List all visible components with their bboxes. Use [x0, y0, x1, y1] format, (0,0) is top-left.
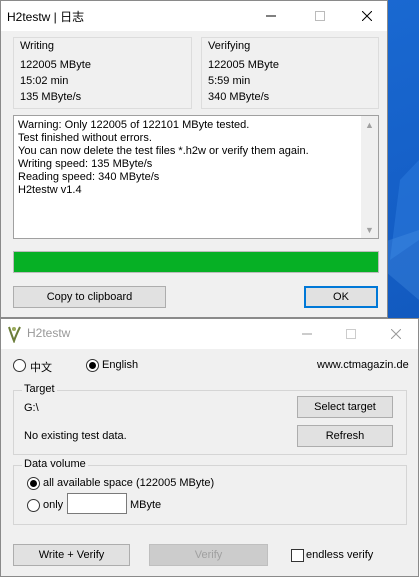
verifying-time: 5:59 min	[208, 75, 251, 87]
writing-label: Writing	[20, 40, 55, 52]
progress-bar	[13, 251, 379, 273]
all-space-label: all available space (122005 MByte)	[43, 477, 215, 489]
data-volume-group: Data volume all available space (122005 …	[13, 458, 407, 525]
target-label: Target	[22, 383, 57, 395]
language-other-radio[interactable]	[13, 359, 26, 372]
main-minimize-button[interactable]	[284, 319, 329, 349]
results-window: H2testw | 日志 Writing 122005 MByte 15:02 …	[0, 0, 388, 318]
verifying-speed: 340 MByte/s	[208, 91, 270, 103]
website-label: www.ctmagazin.de	[317, 359, 409, 371]
writing-speed: 135 MByte/s	[20, 91, 82, 103]
progress-fill	[14, 252, 378, 272]
language-english-radio[interactable]	[86, 359, 99, 372]
log-line: Reading speed: 340 MByte/s	[18, 171, 160, 183]
log-line: Warning: Only 122005 of 122101 MByte tes…	[18, 119, 250, 131]
target-path: G:\	[24, 402, 39, 414]
scroll-up-icon[interactable]: ▲	[361, 116, 378, 133]
minimize-button[interactable]	[248, 1, 293, 31]
main-close-button[interactable]	[373, 319, 418, 349]
log-textarea[interactable]: Warning: Only 122005 of 122101 MByte tes…	[13, 115, 379, 239]
language-other-label: 中文	[30, 362, 52, 374]
target-status: No existing test data.	[24, 430, 127, 442]
only-radio[interactable]	[27, 499, 40, 512]
log-line: Writing speed: 135 MByte/s	[18, 158, 153, 170]
ok-button[interactable]: OK	[304, 286, 378, 308]
results-window-title: H2testw | 日志	[7, 10, 85, 24]
all-space-radio[interactable]	[27, 477, 40, 490]
write-verify-button[interactable]: Write + Verify	[13, 544, 130, 566]
close-button[interactable]	[344, 1, 389, 31]
verifying-group: Verifying 122005 MByte 5:59 min 340 MByt…	[201, 37, 379, 109]
log-line: H2testw v1.4	[18, 184, 82, 196]
minimize-icon	[301, 333, 312, 335]
language-english-label: English	[102, 359, 139, 371]
endless-verify-label: endless verify	[306, 549, 374, 561]
log-line: Test finished without errors.	[18, 132, 152, 144]
only-label: only	[43, 499, 64, 511]
maximize-icon	[345, 329, 356, 339]
select-target-button[interactable]: Select target	[297, 396, 393, 418]
only-mbyte-input[interactable]	[67, 493, 127, 514]
maximize-button[interactable]	[297, 1, 342, 31]
minimize-icon	[265, 15, 276, 17]
verifying-size: 122005 MByte	[208, 59, 279, 71]
writing-size: 122005 MByte	[20, 59, 91, 71]
close-icon	[361, 11, 372, 21]
endless-verify-checkbox[interactable]	[291, 549, 304, 562]
writing-time: 15:02 min	[20, 75, 69, 87]
log-scrollbar[interactable]: ▲ ▼	[361, 116, 378, 238]
verifying-label: Verifying	[208, 40, 251, 52]
scroll-down-icon[interactable]: ▼	[361, 221, 378, 238]
main-window-title: H2testw	[27, 326, 71, 340]
results-titlebar: H2testw | 日志	[1, 1, 387, 31]
mbyte-unit-label: MByte	[130, 499, 162, 511]
close-icon	[390, 329, 401, 339]
writing-group: Writing 122005 MByte 15:02 min 135 MByte…	[13, 37, 192, 109]
app-icon	[8, 326, 21, 343]
maximize-icon	[314, 11, 325, 21]
log-line: You can now delete the test files *.h2w …	[18, 145, 309, 157]
verify-button[interactable]: Verify	[149, 544, 268, 566]
data-volume-label: Data volume	[22, 458, 88, 470]
refresh-button[interactable]: Refresh	[297, 425, 393, 447]
main-maximize-button[interactable]	[328, 319, 373, 349]
target-group: Target G:\ No existing test data. Select…	[13, 383, 407, 455]
copy-to-clipboard-button[interactable]: Copy to clipboard	[13, 286, 166, 308]
main-titlebar: H2testw	[1, 319, 418, 349]
main-window: H2testw 中文 English www.ctmagazin.de Targ…	[0, 318, 419, 577]
